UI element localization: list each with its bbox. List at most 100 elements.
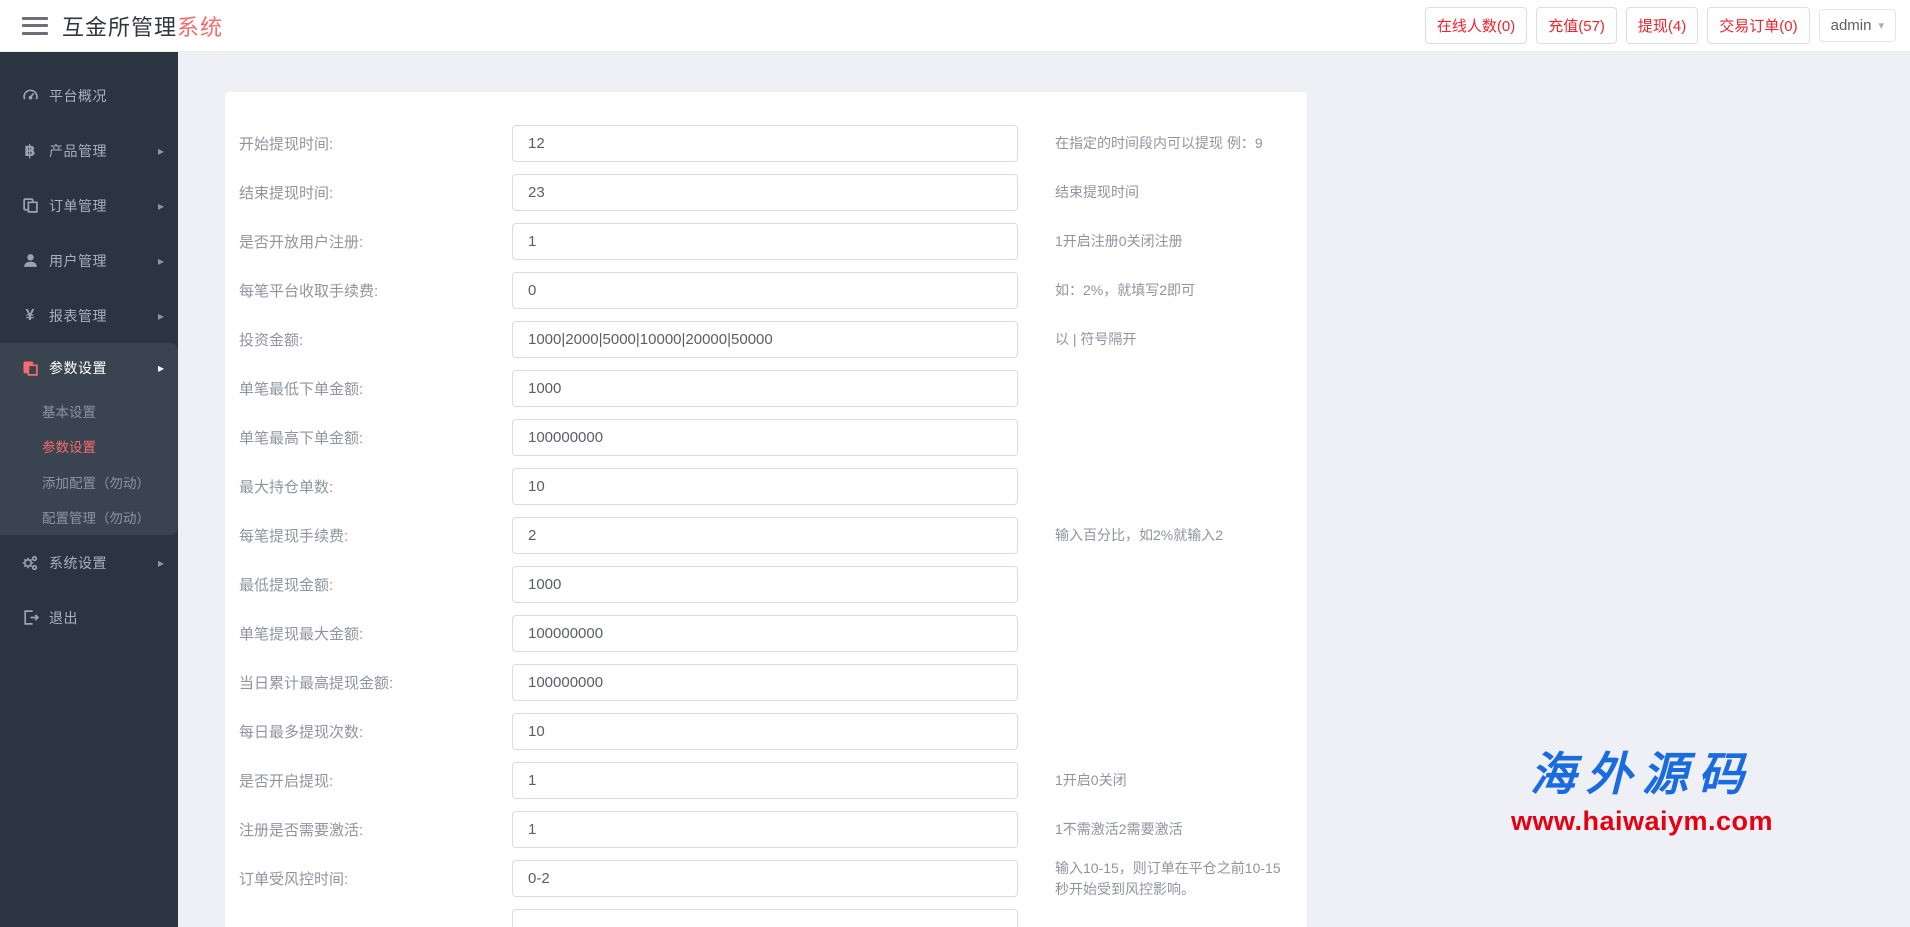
header: 互金所管理系统 在线人数(0) 充值(57) 提现(4) 交易订单(0) adm… bbox=[0, 0, 1910, 52]
sidebar-item-label: 系统设置 bbox=[49, 553, 158, 573]
header-actions: 在线人数(0) 充值(57) 提现(4) 交易订单(0) admin ▾ bbox=[1425, 7, 1896, 44]
menu-icon[interactable] bbox=[22, 17, 48, 35]
sidebar-item-report-management[interactable]: ¥ 报表管理 ▸ bbox=[0, 288, 178, 343]
bitcoin-icon: ฿ bbox=[20, 141, 40, 161]
sidebar-subitem-label: 基本设置 bbox=[42, 401, 96, 421]
sidebar-item-parameter-settings[interactable]: 参数设置 ▸ bbox=[0, 343, 178, 393]
username: admin bbox=[1831, 17, 1872, 34]
user-menu-button[interactable]: admin ▾ bbox=[1819, 9, 1896, 42]
daily-withdraw-count-input[interactable] bbox=[512, 713, 1018, 750]
user-icon bbox=[20, 252, 40, 269]
withdraw-button[interactable]: 提现(4) bbox=[1626, 7, 1698, 44]
sidebar-item-product-management[interactable]: ฿ 产品管理 ▸ bbox=[0, 123, 178, 178]
sidebar-item-label: 产品管理 bbox=[49, 141, 158, 161]
investment-amounts-input[interactable] bbox=[512, 321, 1018, 358]
chevron-right-icon: ▸ bbox=[158, 144, 164, 158]
copy-icon bbox=[20, 360, 40, 377]
recharge-button[interactable]: 充值(57) bbox=[1536, 7, 1617, 44]
sidebar-subitem-basic-settings[interactable]: 基本设置 bbox=[0, 393, 178, 429]
daily-max-withdraw-input[interactable] bbox=[512, 664, 1018, 701]
trade-orders-button[interactable]: 交易订单(0) bbox=[1707, 7, 1809, 44]
sidebar-item-label: 用户管理 bbox=[49, 251, 158, 271]
sidebar-group-parameter-settings: 参数设置 ▸ 基本设置 参数设置 添加配置（勿动） 配置管理（勿动） bbox=[0, 343, 178, 535]
form-row-withdraw-end-time: 结束提现时间: 结束提现时间 bbox=[239, 174, 1293, 211]
watermark-logo-text: 海外源码 bbox=[1472, 738, 1812, 804]
field-label: 投资金额: bbox=[239, 329, 512, 350]
field-hint: 1不需激活2需要激活 bbox=[1055, 819, 1293, 839]
chevron-right-icon: ▸ bbox=[158, 199, 164, 213]
field-label: 单笔最高下单金额: bbox=[239, 427, 512, 448]
sidebar-item-system-settings[interactable]: 系统设置 ▸ bbox=[0, 535, 178, 590]
form-row-risk-control-time: 订单受风控时间: 输入10-15，则订单在平仓之前10-15秒开始受到风控影响。 bbox=[239, 860, 1293, 897]
form-row-platform-fee: 每笔平台收取手续费: 如：2%，就填写2即可 bbox=[239, 272, 1293, 309]
withdraw-start-time-input[interactable] bbox=[512, 125, 1018, 162]
title-accent: 系统 bbox=[177, 15, 223, 40]
chevron-right-icon: ▸ bbox=[158, 556, 164, 570]
sidebar-item-label: 参数设置 bbox=[49, 358, 158, 378]
field-label: 最低提现金额: bbox=[239, 574, 512, 595]
field-label: 注册是否需要激活: bbox=[239, 819, 512, 840]
field-hint: 1开启0关闭 bbox=[1055, 770, 1293, 790]
field-label: 是否开放用户注册: bbox=[239, 231, 512, 252]
title-main: 互金所管理 bbox=[62, 15, 177, 40]
activation-required-input[interactable] bbox=[512, 811, 1018, 848]
form-row-partial bbox=[239, 909, 1293, 927]
form-row-daily-withdraw-count: 每日最多提现次数: bbox=[239, 713, 1293, 750]
field-hint: 输入10-15，则订单在平仓之前10-15秒开始受到风控影响。 bbox=[1055, 858, 1293, 899]
platform-fee-input[interactable] bbox=[512, 272, 1018, 309]
field-label: 每笔平台收取手续费: bbox=[239, 280, 512, 301]
sidebar: 平台概况 ฿ 产品管理 ▸ 订单管理 ▸ 用户管理 ▸ ¥ 报表管理 ▸ bbox=[0, 52, 178, 927]
form-row-withdraw-enabled: 是否开启提现: 1开启0关闭 bbox=[239, 762, 1293, 799]
form-row-min-withdraw-amount: 最低提现金额: bbox=[239, 566, 1293, 603]
withdraw-enabled-input[interactable] bbox=[512, 762, 1018, 799]
form-row-min-order-amount: 单笔最低下单金额: bbox=[239, 370, 1293, 407]
yen-icon: ¥ bbox=[20, 307, 40, 325]
logout-icon bbox=[20, 609, 40, 626]
form-row-withdraw-fee: 每笔提现手续费: 输入百分比，如2%就输入2 bbox=[239, 517, 1293, 554]
page-title: 互金所管理系统 bbox=[62, 10, 223, 42]
watermark-url: www.haiwaiym.com bbox=[1472, 806, 1812, 837]
dashboard-icon bbox=[20, 87, 40, 104]
max-order-amount-input[interactable] bbox=[512, 419, 1018, 456]
chevron-right-icon: ▸ bbox=[158, 309, 164, 323]
field-hint: 在指定的时间段内可以提现 例：9 bbox=[1055, 133, 1293, 153]
settings-form-panel: 开始提现时间: 在指定的时间段内可以提现 例：9 结束提现时间: 结束提现时间 … bbox=[225, 92, 1307, 927]
risk-control-time-input[interactable] bbox=[512, 860, 1018, 897]
field-label: 开始提现时间: bbox=[239, 133, 512, 154]
form-row-withdraw-start-time: 开始提现时间: 在指定的时间段内可以提现 例：9 bbox=[239, 125, 1293, 162]
max-single-withdraw-input[interactable] bbox=[512, 615, 1018, 652]
min-withdraw-amount-input[interactable] bbox=[512, 566, 1018, 603]
sidebar-subitem-label: 配置管理（勿动） bbox=[42, 507, 150, 527]
form-input-partial[interactable] bbox=[512, 909, 1018, 927]
registration-open-input[interactable] bbox=[512, 223, 1018, 260]
orders-icon bbox=[20, 197, 40, 214]
sidebar-item-user-management[interactable]: 用户管理 ▸ bbox=[0, 233, 178, 288]
sidebar-subitem-add-config[interactable]: 添加配置（勿动） bbox=[0, 464, 178, 500]
sidebar-subitem-config-management[interactable]: 配置管理（勿动） bbox=[0, 500, 178, 536]
field-label: 订单受风控时间: bbox=[239, 868, 512, 889]
withdraw-fee-input[interactable] bbox=[512, 517, 1018, 554]
sidebar-item-platform-overview[interactable]: 平台概况 bbox=[0, 68, 178, 123]
form-row-max-positions: 最大持仓单数: bbox=[239, 468, 1293, 505]
withdraw-end-time-input[interactable] bbox=[512, 174, 1018, 211]
field-label: 每笔提现手续费: bbox=[239, 525, 512, 546]
max-positions-input[interactable] bbox=[512, 468, 1018, 505]
watermark: 海外源码 www.haiwaiym.com bbox=[1472, 738, 1812, 837]
field-label: 结束提现时间: bbox=[239, 182, 512, 203]
chevron-down-icon: ▾ bbox=[1878, 19, 1884, 32]
sidebar-subitem-label: 添加配置（勿动） bbox=[42, 472, 150, 492]
min-order-amount-input[interactable] bbox=[512, 370, 1018, 407]
online-users-button[interactable]: 在线人数(0) bbox=[1425, 7, 1527, 44]
field-hint: 如：2%，就填写2即可 bbox=[1055, 280, 1293, 300]
form-row-registration-open: 是否开放用户注册: 1开启注册0关闭注册 bbox=[239, 223, 1293, 260]
sidebar-subitem-label: 参数设置 bbox=[42, 436, 96, 456]
sidebar-item-label: 报表管理 bbox=[49, 306, 158, 326]
form-row-activation-required: 注册是否需要激活: 1不需激活2需要激活 bbox=[239, 811, 1293, 848]
chevron-right-icon: ▸ bbox=[158, 361, 164, 375]
sidebar-subitem-parameter-settings[interactable]: 参数设置 bbox=[0, 429, 178, 465]
field-label: 单笔提现最大金额: bbox=[239, 623, 512, 644]
sidebar-item-order-management[interactable]: 订单管理 ▸ bbox=[0, 178, 178, 233]
sidebar-item-logout[interactable]: 退出 bbox=[0, 590, 178, 645]
form-row-investment-amounts: 投资金额: 以 | 符号隔开 bbox=[239, 321, 1293, 358]
chevron-right-icon: ▸ bbox=[158, 254, 164, 268]
